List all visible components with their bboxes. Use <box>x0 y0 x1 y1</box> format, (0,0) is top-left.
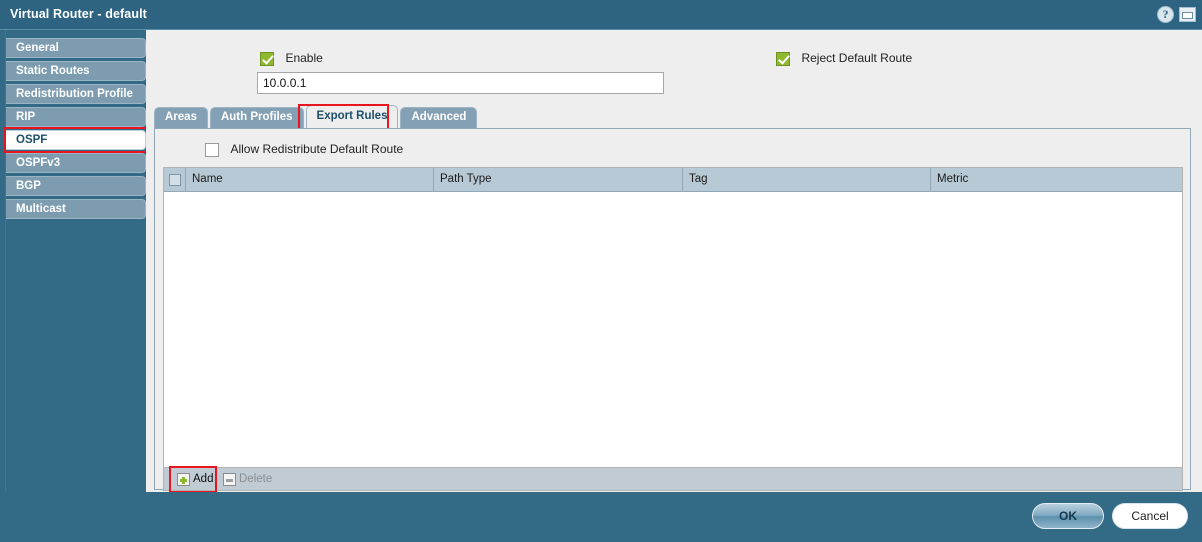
virtual-router-dialog: Virtual Router - default ? General Stati… <box>0 0 1202 542</box>
tabstrip: Areas Auth Profiles Export Rules Advance… <box>154 105 479 128</box>
sidebar-item-ospfv3[interactable]: OSPFv3 <box>6 153 146 173</box>
column-header-path-type[interactable]: Path Type <box>434 167 683 192</box>
titlebar-icons: ? <box>1157 6 1196 23</box>
allow-redistribute-label: Allow Redistribute Default Route <box>230 142 404 156</box>
delete-button-label: Delete <box>239 473 273 485</box>
minus-icon <box>223 472 236 486</box>
column-header-metric[interactable]: Metric <box>931 168 1182 192</box>
select-all-checkbox[interactable] <box>168 173 181 186</box>
dialog-title: Virtual Router - default <box>10 7 147 21</box>
reject-default-route-group[interactable]: Reject Default Route <box>776 50 912 68</box>
tab-areas[interactable]: Areas <box>154 107 208 128</box>
cancel-button[interactable]: Cancel <box>1112 503 1188 529</box>
plus-icon <box>177 472 190 486</box>
enable-checkbox[interactable] <box>260 52 274 66</box>
top-options-row: Enable Reject Default Route <box>146 30 1191 66</box>
delete-button: Delete <box>220 470 275 488</box>
enable-checkbox-group[interactable]: Enable <box>260 50 323 68</box>
reject-default-route-checkbox[interactable] <box>776 52 790 66</box>
window-restore-icon[interactable] <box>1179 7 1196 22</box>
content-panel: Enable Reject Default Route Router ID Ar… <box>146 30 1202 493</box>
tab-advanced[interactable]: Advanced <box>400 107 478 128</box>
export-rules-table: Name Path Type Tag Metric <box>163 167 1183 468</box>
help-circle-icon[interactable]: ? <box>1157 6 1174 23</box>
dialog-titlebar: Virtual Router - default ? <box>0 0 1202 30</box>
allow-redistribute-group[interactable]: Allow Redistribute Default Route <box>205 141 403 159</box>
sidebar-item-rip[interactable]: RIP <box>6 107 146 127</box>
sidebar-item-ospf[interactable]: OSPF <box>6 130 146 150</box>
column-header-name[interactable]: Name <box>186 167 434 192</box>
export-rules-panel: Allow Redistribute Default Route Name Pa… <box>154 128 1191 493</box>
dialog-footer: OK Cancel <box>0 492 1202 542</box>
allow-redistribute-checkbox[interactable] <box>205 143 219 157</box>
router-id-input[interactable] <box>257 72 664 94</box>
tab-export-rules[interactable]: Export Rules <box>305 105 399 128</box>
table-header-row: Name Path Type Tag Metric <box>164 167 1182 192</box>
content-inner: Enable Reject Default Route Router ID Ar… <box>146 30 1191 493</box>
sidebar-item-bgp[interactable]: BGP <box>6 176 146 196</box>
table-body-empty <box>164 192 1182 467</box>
table-action-bar: Add Delete <box>163 468 1183 491</box>
reject-default-route-label: Reject Default Route <box>801 51 913 65</box>
column-header-tag[interactable]: Tag <box>683 167 931 192</box>
sidebar-item-redistribution-profile[interactable]: Redistribution Profile <box>6 84 146 104</box>
add-button[interactable]: Add <box>174 470 216 488</box>
enable-label: Enable <box>285 51 323 65</box>
sidebar-item-general[interactable]: General <box>6 38 146 58</box>
sidebar-item-multicast[interactable]: Multicast <box>6 199 146 219</box>
tab-auth-profiles[interactable]: Auth Profiles <box>209 107 304 128</box>
add-button-label: Add <box>193 473 214 485</box>
ok-button[interactable]: OK <box>1032 503 1104 529</box>
sidebar-item-static-routes[interactable]: Static Routes <box>6 61 146 81</box>
select-all-header[interactable] <box>164 167 186 192</box>
sidebar: General Static Routes Redistribution Pro… <box>0 30 148 492</box>
